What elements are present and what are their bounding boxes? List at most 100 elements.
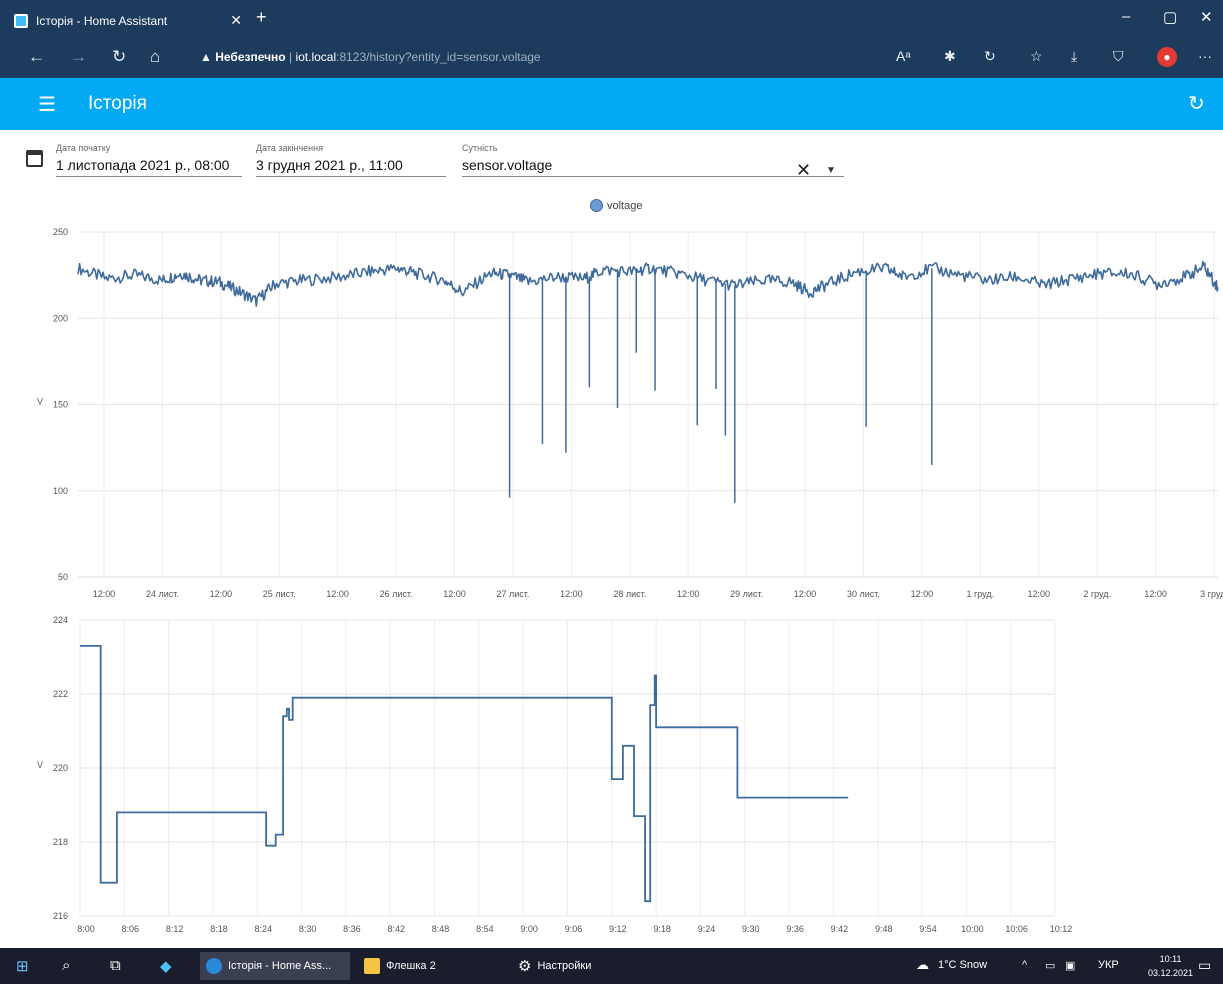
downloads-icon[interactable]: ⤓ bbox=[1071, 48, 1077, 65]
x-tick-label: 25 лист. bbox=[263, 589, 296, 599]
x-tick-label: 9:18 bbox=[653, 924, 671, 934]
extension-icon[interactable]: ✱ bbox=[944, 48, 956, 65]
more-options-icon[interactable]: ··· bbox=[1198, 48, 1212, 64]
x-tick-label: 8:12 bbox=[166, 924, 184, 934]
back-icon[interactable]: ← bbox=[28, 47, 45, 67]
weather-text[interactable]: 1°C Snow bbox=[938, 959, 987, 971]
url-path: :8123/history?entity_id=sensor.voltage bbox=[336, 50, 541, 64]
taskbar-settings[interactable]: ⚙ Настройки bbox=[512, 952, 632, 980]
browser-tab[interactable]: Історія - Home Assistant ✕ bbox=[14, 6, 250, 36]
end-date-field[interactable]: Дата закінчення 3 грудня 2021 р., 11:00 bbox=[256, 143, 446, 177]
read-aloud-icon[interactable]: Aᵃ bbox=[896, 48, 911, 64]
reload-icon[interactable]: ↻ bbox=[112, 47, 126, 67]
x-tick-label: 12:00 bbox=[443, 589, 466, 599]
x-tick-label: 8:00 bbox=[77, 924, 95, 934]
tray-chevron-icon[interactable]: ^ bbox=[1022, 959, 1027, 971]
x-tick-label: 8:54 bbox=[476, 924, 494, 934]
refresh-page-icon[interactable]: ↻ bbox=[984, 48, 996, 65]
x-tick-label: 12:00 bbox=[210, 589, 233, 599]
chart-legend[interactable]: voltage bbox=[590, 199, 642, 212]
windows-start-icon[interactable]: ⊞ bbox=[16, 957, 29, 975]
windows-taskbar: ⊞ ⌕ ⧉ ◆ Історія - Home Ass... Флешка 2 ⚙… bbox=[0, 948, 1223, 984]
y-tick-label: 224 bbox=[53, 615, 68, 625]
network-icon[interactable]: ▣ bbox=[1065, 959, 1075, 972]
calendar-icon[interactable] bbox=[26, 150, 43, 167]
x-tick-label: 9:24 bbox=[698, 924, 716, 934]
voltage-step-line bbox=[80, 645, 849, 903]
taskbar-folder[interactable]: Флешка 2 bbox=[358, 952, 488, 980]
close-window-icon[interactable]: ✕ bbox=[1200, 8, 1213, 26]
x-tick-label: 12:00 bbox=[794, 589, 817, 599]
warning-icon: ▲ bbox=[200, 50, 212, 64]
home-assistant-favicon-icon bbox=[14, 14, 28, 28]
x-tick-label: 12:00 bbox=[677, 589, 700, 599]
x-tick-label: 8:18 bbox=[210, 924, 228, 934]
x-tick-label: 12:00 bbox=[93, 589, 116, 599]
entity-picker[interactable]: Сутність sensor.voltage bbox=[462, 143, 844, 177]
y-tick-label: 50 bbox=[58, 572, 68, 582]
refresh-icon[interactable]: ↻ bbox=[1188, 91, 1205, 116]
chevron-down-icon[interactable]: ▼ bbox=[826, 165, 836, 176]
language-indicator[interactable]: УКР bbox=[1098, 959, 1119, 971]
folder-icon bbox=[364, 958, 380, 974]
new-tab-icon[interactable]: + bbox=[256, 7, 267, 28]
hamburger-menu-icon[interactable]: ☰ bbox=[38, 92, 56, 117]
home-icon[interactable]: ⌂ bbox=[150, 47, 160, 67]
shield-icon[interactable]: ⛉ bbox=[1113, 48, 1124, 65]
history-chart-overview[interactable]: 50 100 150 200 250 12:00 24 лист. 12:00 25 лист.… bbox=[0, 220, 1223, 610]
x-tick-label: 24 лист. bbox=[146, 589, 179, 599]
task-view-icon[interactable]: ⧉ bbox=[110, 957, 121, 974]
x-tick-label: 30 лист. bbox=[847, 589, 880, 599]
forward-icon[interactable]: → bbox=[70, 47, 87, 67]
x-tick-label: 8:42 bbox=[387, 924, 405, 934]
start-date-field[interactable]: Дата початку 1 листопада 2021 р., 08:00 bbox=[56, 143, 242, 177]
y-tick-label: 220 bbox=[53, 763, 68, 773]
x-tick-label: 10:00 bbox=[961, 924, 984, 934]
x-tick-label: 12:00 bbox=[560, 589, 583, 599]
y-tick-label: 150 bbox=[53, 400, 68, 410]
x-tick-label: 9:48 bbox=[875, 924, 893, 934]
y-tick-label: 222 bbox=[53, 689, 68, 699]
x-tick-label: 3 груд. bbox=[1200, 589, 1223, 599]
x-tick-label: 2 груд. bbox=[1083, 589, 1111, 599]
x-tick-label: 1 груд. bbox=[966, 589, 994, 599]
x-tick-label: 8:30 bbox=[299, 924, 317, 934]
end-date-value: 3 грудня 2021 р., 11:00 bbox=[256, 157, 403, 173]
y-axis-label: V bbox=[37, 397, 43, 407]
x-tick-label: 9:42 bbox=[831, 924, 849, 934]
clock[interactable]: 10:11 03.12.2021 bbox=[1148, 952, 1193, 980]
x-tick-label: 12:00 bbox=[1144, 589, 1167, 599]
browser-toolbar: ← → ↻ ⌂ ▲ Небезпечно | iot.local:8123/hi… bbox=[0, 36, 1223, 78]
x-tick-label: 8:48 bbox=[432, 924, 450, 934]
url-host: iot.local bbox=[295, 50, 337, 64]
y-tick-label: 218 bbox=[53, 837, 68, 847]
history-filters: Дата початку 1 листопада 2021 р., 08:00 … bbox=[0, 130, 1223, 194]
taskbar-settings-label: Настройки bbox=[537, 960, 592, 972]
legend-label: voltage bbox=[607, 199, 643, 212]
clock-time: 10:11 bbox=[1159, 954, 1182, 964]
x-tick-label: 12:00 bbox=[1027, 589, 1050, 599]
y-tick-label: 200 bbox=[53, 313, 68, 323]
search-icon[interactable]: ⌕ bbox=[62, 957, 70, 974]
x-tick-label: 12:00 bbox=[911, 589, 934, 599]
history-chart-detail[interactable]: 216 218 220 222 224 8:00 8:06 8:12 8:18 8:24 8:30 8… bbox=[0, 608, 1223, 938]
x-tick-label: 8:24 bbox=[255, 924, 273, 934]
y-axis-label: V bbox=[37, 760, 43, 770]
tab-close-icon[interactable]: ✕ bbox=[230, 12, 242, 29]
insecure-label: Небезпечно bbox=[215, 50, 286, 64]
browser-titlebar: Історія - Home Assistant ✕ + – ▢ ✕ bbox=[0, 0, 1223, 36]
favorites-icon[interactable]: ☆ bbox=[1030, 48, 1043, 65]
address-bar[interactable]: ▲ Небезпечно | iot.local:8123/history?en… bbox=[200, 50, 541, 64]
minimize-icon[interactable]: – bbox=[1122, 8, 1130, 25]
cloud-icon: ☁ bbox=[916, 957, 929, 972]
taskbar-folder-label: Флешка 2 bbox=[386, 960, 436, 972]
clear-entity-icon[interactable]: ✕ bbox=[796, 160, 811, 181]
notifications-icon[interactable]: ▭ bbox=[1198, 957, 1211, 974]
restore-icon[interactable]: ▢ bbox=[1163, 8, 1177, 26]
profile-avatar-icon[interactable]: ● bbox=[1157, 47, 1177, 67]
battery-icon[interactable]: ▭ bbox=[1045, 959, 1055, 972]
start-date-value: 1 листопада 2021 р., 08:00 bbox=[56, 157, 230, 173]
x-tick-label: 29 лист. bbox=[730, 589, 763, 599]
taskbar-browser[interactable]: Історія - Home Ass... bbox=[200, 952, 350, 980]
app-pin-icon[interactable]: ◆ bbox=[160, 957, 172, 975]
